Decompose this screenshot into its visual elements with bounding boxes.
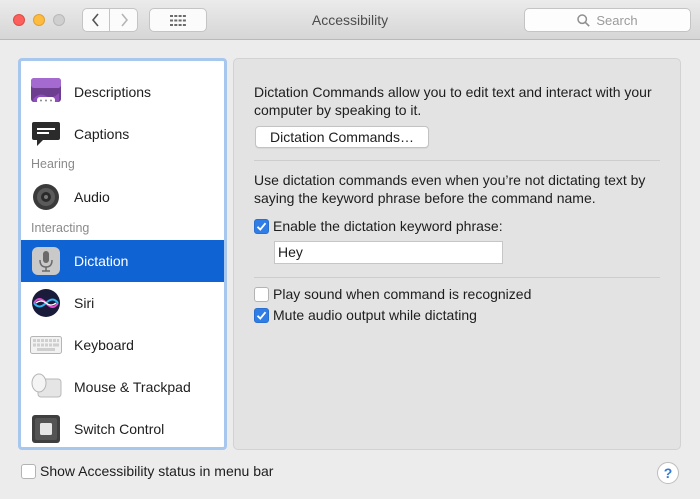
keyboard-icon [30,329,62,361]
search-icon [577,13,591,27]
play-sound-label: Play sound when command is recognized [273,286,532,302]
sidebar-item-audio[interactable]: Audio [21,176,224,218]
status-menu-label: Show Accessibility status in menu bar [40,463,274,479]
sidebar-item-mouse-trackpad[interactable]: Mouse & Trackpad [21,366,224,408]
siri-icon [30,287,62,319]
zoom-window-button[interactable] [53,14,65,26]
window-title: Accessibility [311,12,389,28]
keyword-phrase-field[interactable]: Hey [274,241,503,264]
mouse-trackpad-icon [30,371,62,403]
minimize-window-button[interactable] [33,14,45,26]
play-sound-checkbox[interactable] [254,287,269,302]
sidebar-item-switch-control[interactable]: Switch Control [21,408,224,447]
enable-keyword-label: Enable the dictation keyword phrase: [273,218,503,234]
intro-text: Dictation Commands allow you to edit tex… [254,84,652,118]
search-placeholder: Search [596,12,638,28]
close-window-button[interactable] [13,14,25,26]
sidebar-item-siri[interactable]: Siri [21,282,224,324]
checkmark-icon [256,311,267,320]
enable-keyword-checkbox[interactable] [254,219,269,234]
sidebar-item-label: Descriptions [74,84,152,100]
sidebar-item-label: Mouse & Trackpad [74,379,191,395]
divider [254,160,660,161]
forward-button[interactable] [110,8,138,32]
search-field[interactable]: Search [524,8,691,32]
help-button[interactable]: ? [657,462,679,484]
sidebar-item-label: Audio [74,189,110,205]
sidebar-item-label: Dictation [74,253,129,269]
mute-audio-label: Mute audio output while dictating [273,307,477,323]
descriptions-icon [30,76,62,108]
captions-icon [30,118,62,150]
sidebar: Descriptions Captions Hearing Audio Inte… [18,58,227,450]
grid-icon [170,14,186,26]
mute-audio-checkbox[interactable] [254,308,269,323]
speaker-icon [30,181,62,213]
checkmark-icon [256,222,267,231]
show-all-button[interactable] [149,8,207,32]
sidebar-item-label: Switch Control [74,421,165,437]
title-bar: Accessibility Search [0,0,700,40]
divider [254,277,660,278]
sidebar-item-label: Keyboard [74,337,134,353]
sidebar-item-keyboard[interactable]: Keyboard [21,324,224,366]
switch-control-icon [30,413,62,445]
keyword-description: Use dictation commands even when you’re … [254,172,646,206]
dictation-pane: Dictation Commands allow you to edit tex… [233,58,681,450]
sidebar-item-label: Siri [74,295,95,311]
sidebar-item-dictation[interactable]: Dictation [21,240,224,282]
sidebar-item-label: Captions [74,126,130,142]
microphone-icon [30,245,62,277]
section-header-hearing: Hearing [31,157,75,171]
chevron-right-icon [120,13,128,27]
dictation-commands-button[interactable]: Dictation Commands… [255,126,429,148]
chevron-left-icon [91,13,99,27]
sidebar-item-descriptions[interactable]: Descriptions [21,71,224,113]
status-menu-checkbox[interactable] [21,464,36,479]
section-header-interacting: Interacting [31,221,90,235]
back-button[interactable] [82,8,110,32]
sidebar-item-captions[interactable]: Captions [21,113,224,155]
